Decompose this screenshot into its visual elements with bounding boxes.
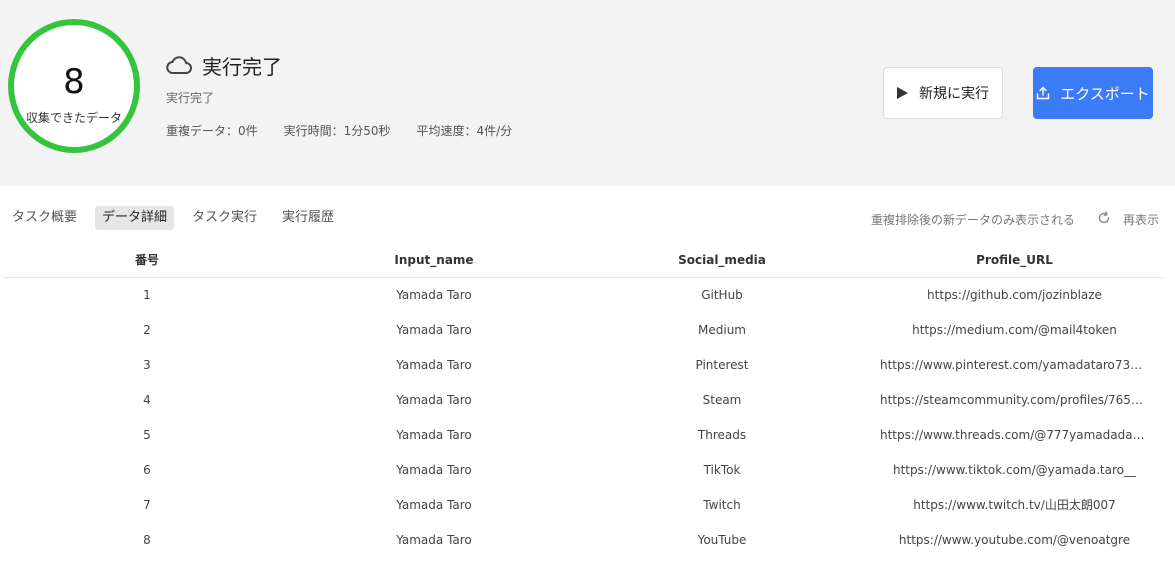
rerun-button[interactable]: 新規に実行 (883, 67, 1003, 119)
column-header-profile-url[interactable]: Profile_URL (866, 253, 1163, 267)
column-header-social-media[interactable]: Social_media (578, 253, 866, 267)
status-subtitle: 実行完了 (166, 91, 215, 105)
table-cell: https://github.com/jozinblaze (927, 288, 1102, 303)
tab-data-details[interactable]: データ詳細 (95, 206, 175, 230)
table-cell: https://www.pinterest.com/yamadataro7355… (880, 358, 1154, 373)
table-row: 7 Yamada Taro Twitch https://www.twitch.… (4, 487, 1163, 522)
table-cell: 5 (143, 428, 151, 442)
task-tabs: タスク概要 データ詳細 タスク実行 実行履歴 (5, 206, 352, 230)
table-cell: TikTok (703, 462, 741, 477)
data-table: 番号 Input_name Social_media Profile_URL 1… (4, 242, 1163, 557)
duplicate-stat: 重複データ：0件 (166, 124, 258, 138)
dedup-filter-note: 重複排除後の新データのみ表示される (871, 213, 1076, 227)
table-cell: 3 (143, 358, 151, 373)
table-row: 1 Yamada Taro GitHub https://github.com/… (4, 278, 1163, 313)
table-cell: Yamada Taro (396, 428, 472, 442)
table-cell: 6 (143, 462, 151, 477)
refresh-icon[interactable] (1097, 211, 1111, 225)
table-cell: https://medium.com/@mail4token (912, 323, 1117, 338)
table-cell: Steam (702, 393, 742, 408)
table-cell: https://www.twitch.tv/山田太朗007 (913, 498, 1116, 513)
table-cell: Yamada Taro (396, 393, 472, 408)
status-row: 実行完了 (166, 52, 282, 79)
table-cell: 2 (143, 323, 151, 338)
table-cell: https://steamcommunity.com/profiles/7656… (880, 393, 1163, 408)
table-cell: Yamada Taro (396, 323, 472, 338)
table-cell: Medium (698, 323, 746, 338)
table-row: 6 Yamada Taro TikTok https://www.tiktok.… (4, 452, 1163, 487)
table-cell: 4 (143, 393, 151, 408)
export-button[interactable]: エクスポート (1033, 67, 1153, 119)
table-cell: Yamada Taro (396, 288, 472, 303)
run-stats: 重複データ：0件 実行時間：1分50秒 平均速度：4件/分 (166, 122, 538, 139)
collected-count: 8 (63, 62, 85, 102)
table-row: 5 Yamada Taro Threads https://www.thread… (4, 418, 1163, 453)
table-cell: https://www.threads.com/@777yamadadayo77… (880, 428, 1163, 442)
table-row: 8 Yamada Taro YouTube https://www.youtub… (4, 522, 1163, 557)
table-cell: https://www.tiktok.com/@yamada.taro__ (893, 462, 1136, 477)
status-title: 実行完了 (202, 54, 282, 79)
task-summary-header: 8 収集できたデータ 実行完了 実行完了 重複データ：0件 実行時間：1分50秒… (0, 0, 1175, 186)
table-row: 4 Yamada Taro Steam https://steamcommuni… (4, 383, 1163, 418)
table-cell: Yamada Taro (396, 462, 472, 477)
table-cell: https://www.youtube.com/@venoatgre (898, 532, 1131, 547)
rerun-button-label: 新規に実行 (919, 86, 989, 102)
table-cell: 8 (143, 532, 151, 547)
collected-count-label: 収集できたデータ (25, 111, 122, 125)
table-cell: 7 (143, 497, 151, 512)
table-cell: GitHub (701, 288, 743, 303)
table-cell: YouTube (697, 532, 747, 547)
export-icon (1036, 86, 1050, 100)
refresh-button[interactable]: 再表示 (1123, 211, 1159, 228)
table-row: 2 Yamada Taro Medium https://medium.com/… (4, 313, 1163, 348)
collected-count-badge: 8 収集できたデータ (8, 19, 140, 153)
duration-stat: 実行時間：1分50秒 (283, 124, 391, 138)
table-cell: Pinterest (695, 358, 749, 373)
table-cell: 1 (143, 288, 151, 303)
column-header-number[interactable]: 番号 (4, 251, 290, 268)
table-cell: Twitch (703, 497, 741, 512)
table-cell: Threads (697, 428, 747, 442)
play-icon (897, 87, 908, 99)
export-button-label: エクスポート (1060, 84, 1150, 103)
tab-task-run[interactable]: タスク実行 (185, 206, 264, 230)
column-header-input-name[interactable]: Input_name (290, 253, 578, 267)
table-cell: Yamada Taro (396, 532, 472, 547)
speed-stat: 平均速度：4件/分 (416, 124, 513, 138)
tab-run-history[interactable]: 実行履歴 (275, 206, 341, 230)
table-header: 番号 Input_name Social_media Profile_URL (4, 242, 1163, 278)
table-cell: Yamada Taro (396, 497, 472, 512)
cloud-icon (166, 55, 192, 75)
tab-task-overview[interactable]: タスク概要 (5, 206, 84, 230)
table-cell: Yamada Taro (396, 358, 472, 373)
table-row: 3 Yamada Taro Pinterest https://www.pint… (4, 348, 1163, 383)
